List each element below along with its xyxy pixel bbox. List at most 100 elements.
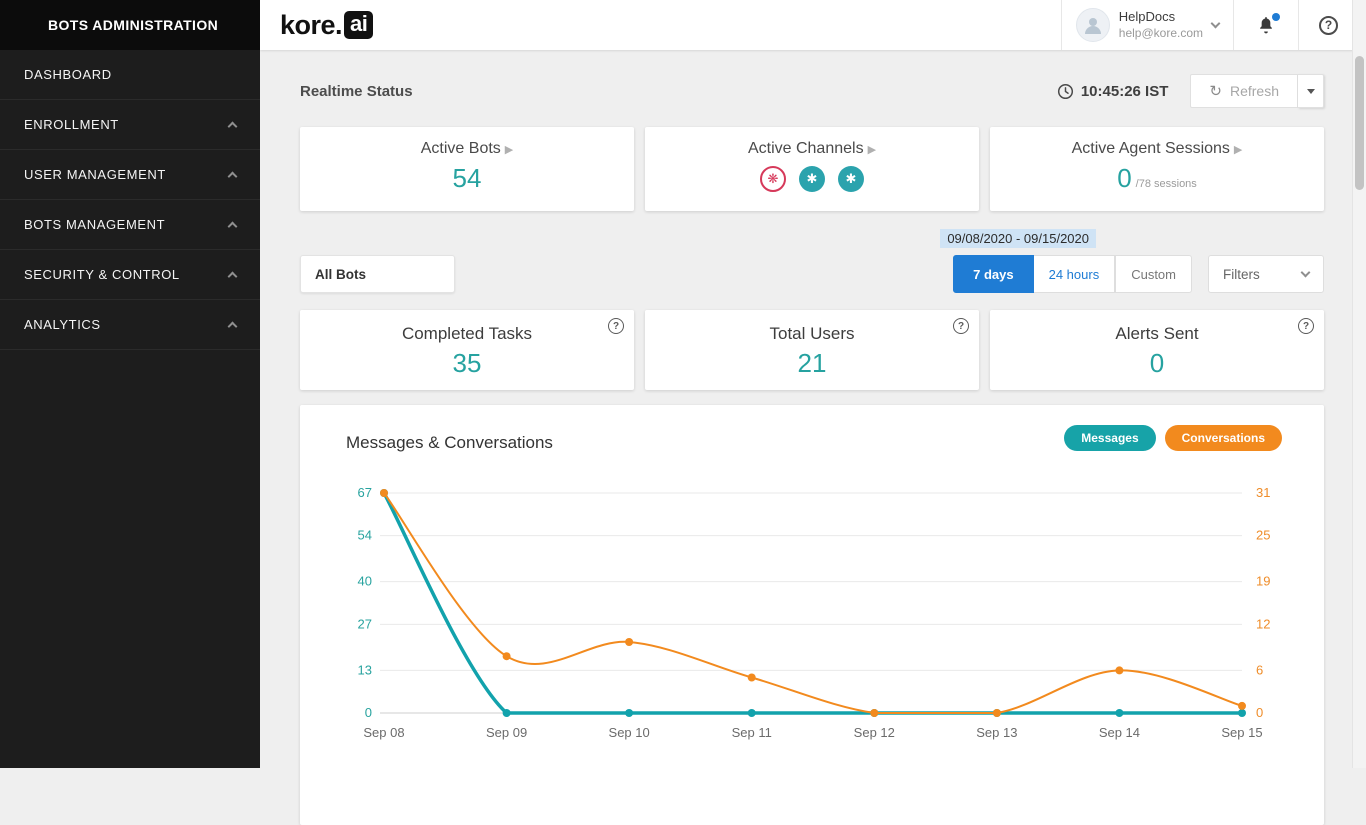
total-users-title: Total Users xyxy=(645,324,979,344)
sidebar: BOTS ADMINISTRATION DASHBOARD ENROLLMENT… xyxy=(0,0,260,768)
channel-icon-2[interactable]: ✱ xyxy=(799,166,825,192)
refresh-icon: ↻ xyxy=(1209,82,1222,100)
caret-right-icon: ▶ xyxy=(505,144,513,156)
avatar xyxy=(1076,8,1110,42)
person-icon xyxy=(1081,13,1105,37)
sidebar-item-bots-management[interactable]: BOTS MANAGEMENT xyxy=(0,200,260,250)
svg-text:67: 67 xyxy=(358,485,372,500)
svg-text:19: 19 xyxy=(1256,574,1270,589)
user-menu[interactable]: HelpDocs help@kore.com xyxy=(1062,8,1233,42)
logo-ai-badge: ai xyxy=(344,11,373,39)
chevron-up-icon xyxy=(228,272,238,282)
active-bots-card[interactable]: Active Bots▶ 54 xyxy=(300,127,634,211)
alerts-sent-card: ? Alerts Sent 0 xyxy=(990,310,1324,390)
svg-text:13: 13 xyxy=(358,662,372,677)
card-title-text: Active Bots xyxy=(421,140,501,157)
svg-text:6: 6 xyxy=(1256,662,1263,677)
scrollbar xyxy=(1352,0,1366,768)
realtime-status-controls: 10:45:26 IST ↻ Refresh xyxy=(1057,74,1324,108)
sidebar-item-label: USER MANAGEMENT xyxy=(24,167,166,182)
main-content: Realtime Status 10:45:26 IST ↻ Refresh xyxy=(260,50,1366,825)
clock-icon xyxy=(1057,83,1074,100)
refresh-label: Refresh xyxy=(1230,83,1279,99)
completed-tasks-value: 35 xyxy=(300,348,634,379)
caret-right-icon: ▶ xyxy=(1234,144,1242,156)
chevron-up-icon xyxy=(228,322,238,332)
card-title-text: Active Channels xyxy=(748,140,864,157)
chevron-up-icon xyxy=(228,122,238,132)
range-button-24-hours[interactable]: 24 hours xyxy=(1034,255,1116,293)
sidebar-item-dashboard[interactable]: DASHBOARD xyxy=(0,50,260,100)
chevron-down-icon xyxy=(1211,19,1221,29)
active-channels-card[interactable]: Active Channels ▶ ❋ ✱ ✱ xyxy=(645,127,979,211)
messages-toggle-button[interactable]: Messages xyxy=(1064,425,1155,451)
help-icon[interactable]: ? xyxy=(608,318,624,334)
svg-text:0: 0 xyxy=(365,705,372,720)
refresh-control: ↻ Refresh xyxy=(1190,74,1324,108)
sidebar-item-label: DASHBOARD xyxy=(24,67,112,82)
logo-text: kore. xyxy=(280,10,342,41)
channel-icons: ❋ ✱ ✱ xyxy=(645,166,979,192)
alerts-sent-value: 0 xyxy=(990,348,1324,379)
svg-text:12: 12 xyxy=(1256,616,1270,631)
sidebar-item-label: ANALYTICS xyxy=(24,317,101,332)
range-button-7-days[interactable]: 7 days xyxy=(953,255,1033,293)
date-range-buttons: 7 days 24 hours Custom xyxy=(953,255,1192,293)
help-icon[interactable]: ? xyxy=(1298,318,1314,334)
svg-text:Sep 13: Sep 13 xyxy=(976,725,1017,740)
sidebar-item-label: ENROLLMENT xyxy=(24,117,119,132)
realtime-status-header: Realtime Status 10:45:26 IST ↻ Refresh xyxy=(300,72,1324,110)
svg-text:27: 27 xyxy=(358,616,372,631)
bot-selector-dropdown[interactable]: All Bots xyxy=(300,255,455,293)
sidebar-item-label: BOTS MANAGEMENT xyxy=(24,217,165,232)
svg-text:54: 54 xyxy=(358,528,372,543)
chart-legend: Messages Conversations xyxy=(1064,425,1282,451)
svg-text:Sep 08: Sep 08 xyxy=(363,725,404,740)
svg-text:25: 25 xyxy=(1256,528,1270,543)
kore-ai-logo: kore.ai xyxy=(280,10,373,41)
active-agent-sessions-card[interactable]: Active Agent Sessions▶ 0/78 sessions xyxy=(990,127,1324,211)
sessions-count: 0 xyxy=(1117,163,1131,193)
sidebar-item-analytics[interactable]: ANALYTICS xyxy=(0,300,260,350)
active-bots-title: Active Bots ▶ xyxy=(300,140,634,158)
filters-dropdown[interactable]: Filters xyxy=(1208,255,1324,293)
realtime-status-title: Realtime Status xyxy=(300,83,413,100)
user-meta: HelpDocs help@kore.com xyxy=(1119,9,1203,40)
sidebar-item-security-control[interactable]: SECURITY & CONTROL xyxy=(0,250,260,300)
svg-text:40: 40 xyxy=(358,574,372,589)
sidebar-item-enrollment[interactable]: ENROLLMENT xyxy=(0,100,260,150)
messages-conversations-chart: 001362712401954256731Sep 08Sep 09Sep 10S… xyxy=(300,479,1324,751)
refresh-button[interactable]: ↻ Refresh xyxy=(1190,74,1298,108)
svg-text:Sep 15: Sep 15 xyxy=(1221,725,1262,740)
caret-down-icon xyxy=(1307,89,1315,94)
refresh-dropdown-button[interactable] xyxy=(1298,74,1324,108)
sidebar-item-label: SECURITY & CONTROL xyxy=(24,267,180,282)
range-button-custom[interactable]: Custom xyxy=(1115,255,1192,293)
server-time: 10:45:26 IST xyxy=(1057,83,1169,100)
user-email: help@kore.com xyxy=(1119,26,1203,41)
notification-dot xyxy=(1272,13,1280,21)
conversations-toggle-button[interactable]: Conversations xyxy=(1165,425,1282,451)
caret-right-icon: ▶ xyxy=(868,144,876,156)
help-button[interactable]: ? xyxy=(1319,16,1338,35)
sidebar-item-user-management[interactable]: USER MANAGEMENT xyxy=(0,150,260,200)
date-range-label: 09/08/2020 - 09/15/2020 xyxy=(940,229,1096,248)
filters-label: Filters xyxy=(1223,267,1260,282)
channel-icon-1[interactable]: ❋ xyxy=(760,166,786,192)
chevron-up-icon xyxy=(228,222,238,232)
notifications-button[interactable] xyxy=(1234,0,1298,50)
stat-cards-row: ? Completed Tasks 35 ? Total Users 21 ? … xyxy=(300,310,1324,390)
channel-icon-3[interactable]: ✱ xyxy=(838,166,864,192)
filter-bar: All Bots 7 days 24 hours Custom Filters xyxy=(300,255,1324,293)
alerts-sent-title: Alerts Sent xyxy=(990,324,1324,344)
completed-tasks-title: Completed Tasks xyxy=(300,324,634,344)
dual-axis-line-chart: 001362712401954256731Sep 08Sep 09Sep 10S… xyxy=(306,479,1318,751)
active-channels-title: Active Channels ▶ xyxy=(645,140,979,158)
help-icon[interactable]: ? xyxy=(953,318,969,334)
scrollbar-thumb[interactable] xyxy=(1355,56,1364,190)
topbar: kore.ai HelpDocs help@kore.com ? xyxy=(260,0,1366,50)
server-time-value: 10:45:26 IST xyxy=(1081,83,1169,100)
date-range-row: 09/08/2020 - 09/15/2020 xyxy=(300,225,1324,255)
sidebar-nav: DASHBOARD ENROLLMENT USER MANAGEMENT BOT… xyxy=(0,50,260,350)
svg-text:Sep 09: Sep 09 xyxy=(486,725,527,740)
